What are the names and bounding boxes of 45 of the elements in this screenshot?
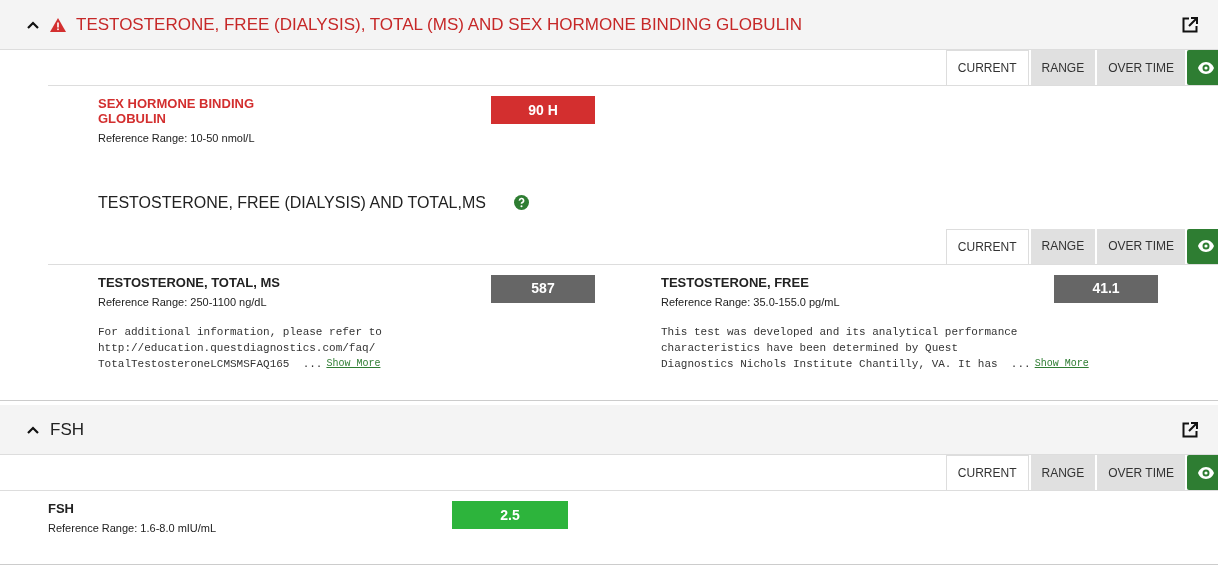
visibility-button[interactable] bbox=[1187, 455, 1218, 490]
view-tab[interactable]: CURRENT bbox=[945, 455, 1029, 490]
test-note-line: For additional information, please refer to bbox=[98, 325, 382, 340]
panel-header[interactable]: TESTOSTERONE, FREE (DIALYSIS), TOTAL (MS) AND SEX HORMONE BINDING GLOBULIN bbox=[0, 0, 1218, 50]
test-note-line: http://education.questdiagnostics.com/faq/ bbox=[98, 341, 376, 356]
eye-icon bbox=[1197, 466, 1214, 479]
result-value: 41.1 bbox=[1054, 274, 1158, 303]
test-name: SEX HORMONE BINDING GLOBULIN bbox=[98, 96, 255, 126]
result-value: 2.5 bbox=[452, 501, 568, 529]
open-external-icon[interactable] bbox=[1182, 16, 1198, 33]
reference-range: Reference Range: 35.0-155.0 pg/mL bbox=[661, 294, 841, 310]
reference-range: Reference Range: 1.6-8.0 mIU/mL bbox=[48, 521, 218, 536]
test-note-line: Diagnostics Nichols Institute Chantilly, VA. It has ... bbox=[661, 357, 1031, 372]
collapse-icon[interactable] bbox=[26, 19, 40, 30]
view-tab[interactable]: RANGE bbox=[1030, 455, 1096, 490]
panel-title: TESTOSTERONE, FREE (DIALYSIS), TOTAL (MS) AND SEX HORMONE BINDING GLOBULIN bbox=[76, 13, 803, 36]
reference-range: Reference Range: 250-1100 ng/dL bbox=[98, 294, 268, 310]
show-more-link[interactable]: Show More bbox=[1034, 356, 1089, 372]
group-title: TESTOSTERONE, FREE (DIALYSIS) AND TOTAL,MS bbox=[98, 192, 486, 213]
show-more-link[interactable]: Show More bbox=[326, 356, 381, 372]
view-tab[interactable]: OVER TIME bbox=[1097, 228, 1185, 264]
help-icon[interactable] bbox=[513, 195, 529, 210]
collapse-icon[interactable] bbox=[26, 424, 40, 435]
reference-range: Reference Range: 10-50 nmol/L bbox=[98, 131, 256, 146]
test-note-line: TotalTestosteroneLCMSMSFAQ165 ... bbox=[98, 357, 323, 372]
view-tab[interactable]: RANGE bbox=[1030, 50, 1096, 85]
test-name: TESTOSTERONE, FREE bbox=[661, 274, 810, 290]
test-note-line: characteristics have been determined by Quest bbox=[661, 341, 959, 356]
view-tab[interactable]: OVER TIME bbox=[1097, 50, 1185, 85]
view-tab[interactable]: CURRENT bbox=[945, 228, 1029, 264]
panel-header[interactable]: FSH bbox=[0, 405, 1218, 455]
view-tab[interactable]: OVER TIME bbox=[1097, 455, 1185, 490]
result-value: 587 bbox=[491, 274, 595, 303]
test-name: FSH bbox=[48, 501, 75, 516]
visibility-button[interactable] bbox=[1187, 50, 1218, 85]
open-external-icon[interactable] bbox=[1182, 421, 1198, 438]
test-name: TESTOSTERONE, TOTAL, MS bbox=[98, 274, 281, 290]
test-note-line: This test was developed and its analytical performance bbox=[661, 325, 1018, 340]
eye-icon bbox=[1197, 240, 1214, 252]
view-tab[interactable]: RANGE bbox=[1030, 228, 1096, 264]
view-tab[interactable]: CURRENT bbox=[945, 50, 1029, 85]
panel-title: FSH bbox=[50, 418, 84, 441]
result-value: 90 H bbox=[491, 96, 595, 124]
eye-icon bbox=[1197, 61, 1214, 74]
visibility-button[interactable] bbox=[1187, 228, 1218, 264]
